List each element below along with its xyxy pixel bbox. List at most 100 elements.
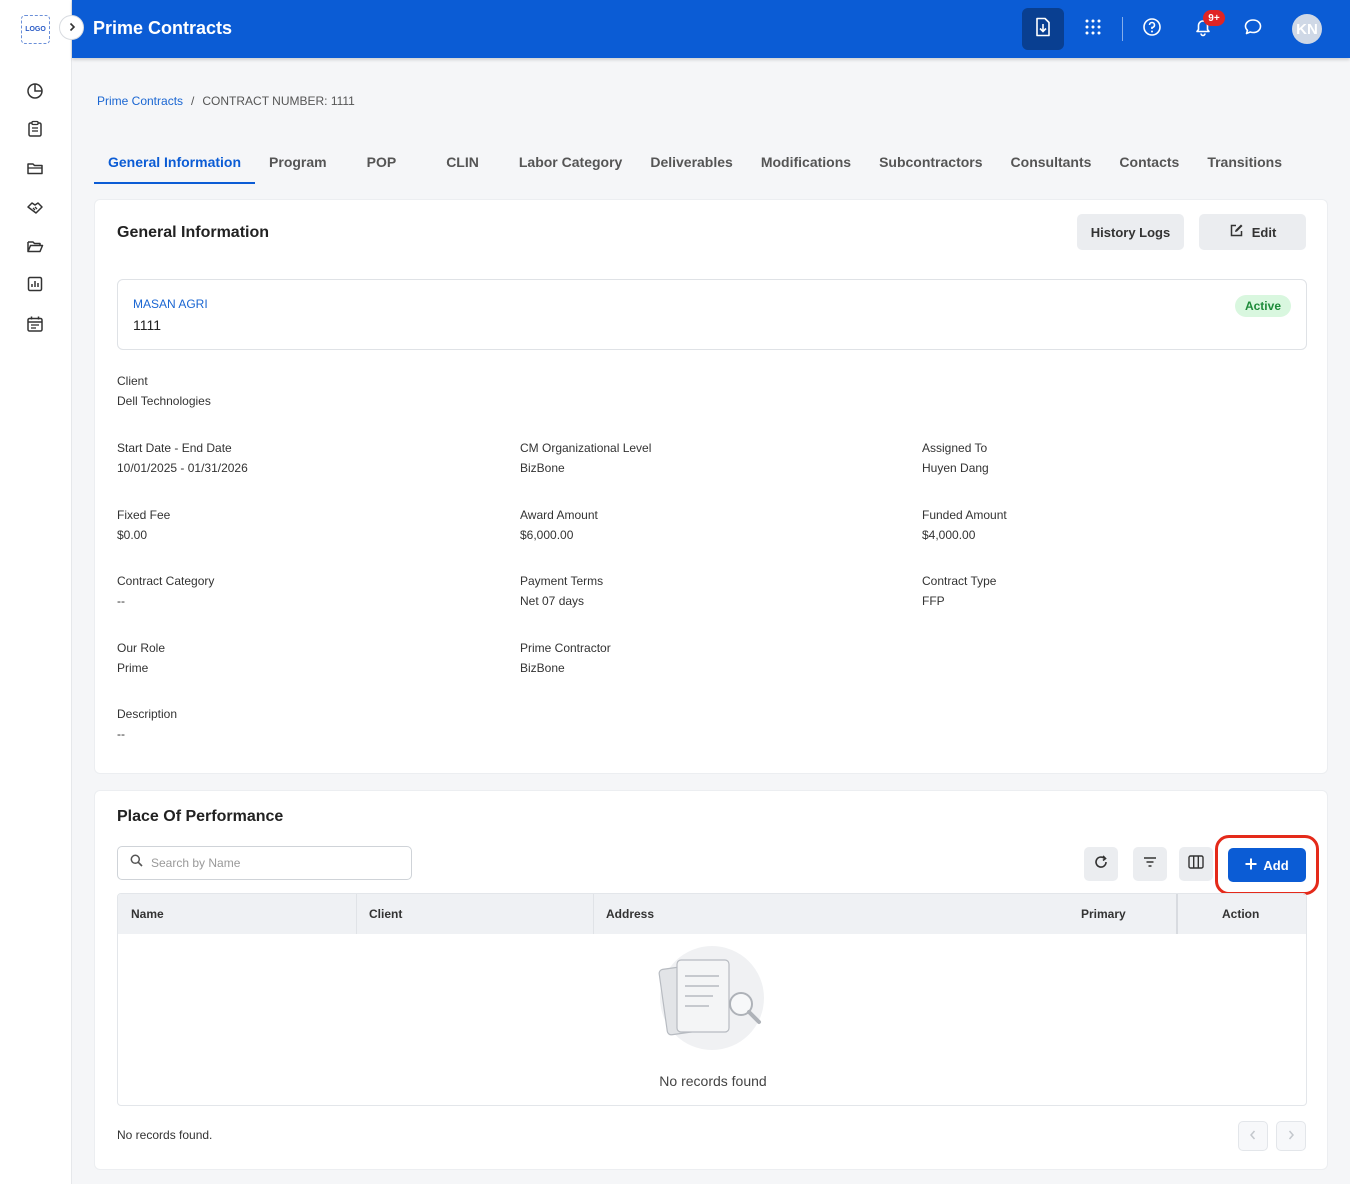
refresh-button[interactable] [1084, 847, 1118, 881]
field-label: Start Date - End Date [117, 441, 232, 455]
breadcrumb-separator: / [191, 94, 195, 108]
field-label: Contract Type [922, 574, 997, 588]
field-client: Client Dell Technologies [117, 374, 497, 408]
prev-page-button[interactable] [1238, 1121, 1268, 1151]
field-dates: Start Date - End Date 10/01/2025 - 01/31… [117, 441, 497, 475]
field-label: Payment Terms [520, 574, 604, 588]
field-fixed-fee: Fixed Fee $0.00 [117, 508, 497, 542]
edit-label: Edit [1251, 224, 1277, 240]
help-button[interactable] [1131, 8, 1173, 50]
plus-icon [1245, 858, 1257, 873]
download-file-icon [1034, 17, 1052, 42]
field-label: Funded Amount [922, 508, 1007, 522]
column-header-name[interactable]: Name [131, 907, 164, 921]
tab-deliverables[interactable]: Deliverables [636, 143, 747, 184]
field-value: $0.00 [117, 528, 148, 542]
field-value: BizBone [520, 461, 565, 475]
column-header-primary[interactable]: Primary [1081, 907, 1126, 921]
handshake-icon[interactable] [24, 196, 46, 218]
field-label: Our Role [117, 641, 166, 655]
pop-table: Name Client Address Primary Action No re [117, 893, 1307, 1106]
column-header-client[interactable]: Client [369, 907, 402, 921]
field-value: $4,000.00 [922, 528, 976, 542]
breadcrumb-current: CONTRACT NUMBER: 1111 [202, 94, 355, 108]
calendar-icon[interactable] [24, 313, 46, 335]
place-of-performance-title: Place Of Performance [117, 808, 284, 825]
field-value: Huyen Dang [922, 461, 989, 475]
field-contract-category: Contract Category -- [117, 574, 497, 608]
pie-chart-icon[interactable] [24, 80, 46, 102]
chat-button[interactable] [1232, 8, 1274, 50]
search-input[interactable] [151, 856, 391, 870]
clipboard-icon[interactable] [24, 118, 46, 140]
search-icon [130, 854, 143, 872]
download-button[interactable] [1022, 8, 1064, 50]
logo: LOGO [21, 15, 50, 44]
field-description: Description -- [117, 707, 497, 741]
column-header-address[interactable]: Address [606, 907, 654, 921]
edit-icon [1229, 223, 1244, 241]
field-award-amount: Award Amount $6,000.00 [520, 508, 900, 542]
filter-button[interactable] [1133, 847, 1167, 881]
chat-bubble-icon [1243, 17, 1263, 42]
field-our-role: Our Role Prime [117, 641, 497, 675]
add-label: Add [1263, 857, 1289, 873]
folder-icon[interactable] [24, 157, 46, 179]
tab-clin[interactable]: CLIN [432, 143, 505, 184]
sidebar-toggle-button[interactable] [59, 15, 84, 40]
tab-consultants[interactable]: Consultants [997, 143, 1106, 184]
search-field [117, 846, 412, 880]
tab-modifications[interactable]: Modifications [747, 143, 865, 184]
field-value: 10/01/2025 - 01/31/2026 [117, 461, 248, 475]
help-circle-icon [1142, 17, 1162, 42]
field-funded-amount: Funded Amount $4,000.00 [922, 508, 1302, 542]
chevron-right-icon [67, 19, 77, 37]
refresh-icon [1094, 854, 1108, 874]
field-assigned-to: Assigned To Huyen Dang [922, 441, 1302, 475]
tab-subcontractors[interactable]: Subcontractors [865, 143, 996, 184]
header-divider [1122, 17, 1123, 41]
tab-pop[interactable]: POP [353, 143, 433, 184]
tab-general-information[interactable]: General Information [94, 143, 256, 184]
field-payment-terms: Payment Terms Net 07 days [520, 574, 900, 608]
history-logs-button[interactable]: History Logs [1077, 214, 1184, 250]
field-contract-type: Contract Type FFP [922, 574, 1302, 608]
tab-transitions[interactable]: Transitions [1193, 143, 1296, 184]
column-divider [1176, 894, 1178, 934]
grid-dots-icon [1085, 19, 1101, 40]
field-cm-level: CM Organizational Level BizBone [520, 441, 900, 475]
bar-chart-icon[interactable] [24, 273, 46, 295]
field-value: Dell Technologies [117, 394, 211, 408]
folder-open-icon[interactable] [24, 235, 46, 257]
sidebar: LOGO [0, 0, 72, 1184]
field-value: -- [117, 594, 125, 608]
columns-icon [1188, 854, 1204, 874]
breadcrumb: Prime Contracts / CONTRACT NUMBER: 1111 [97, 94, 355, 108]
tab-program[interactable]: Program [255, 143, 353, 184]
edit-button[interactable]: Edit [1199, 214, 1306, 250]
next-page-button[interactable] [1276, 1121, 1306, 1151]
tab-labor-category[interactable]: Labor Category [505, 143, 636, 184]
add-button[interactable]: Add [1228, 848, 1306, 882]
place-of-performance-card: Place Of Performance Add Name Client [94, 790, 1328, 1170]
field-value: -- [117, 727, 125, 741]
filter-icon [1143, 855, 1157, 873]
column-header-action: Action [1222, 907, 1260, 921]
field-label: CM Organizational Level [520, 441, 652, 455]
apps-button[interactable] [1072, 8, 1114, 50]
empty-state-illustration [655, 946, 769, 1056]
chevron-right-icon [1287, 1127, 1295, 1145]
top-header: Prime Contracts 9+ KN [72, 0, 1350, 58]
field-prime-contractor: Prime Contractor BizBone [520, 641, 900, 675]
columns-button[interactable] [1179, 847, 1213, 881]
breadcrumb-root-link[interactable]: Prime Contracts [97, 94, 183, 108]
field-label: Assigned To [922, 441, 988, 455]
contract-name: MASAN AGRI [133, 297, 208, 311]
general-information-card: General Information History Logs Edit MA… [94, 199, 1328, 774]
user-avatar[interactable]: KN [1292, 14, 1322, 44]
tab-contacts[interactable]: Contacts [1105, 143, 1193, 184]
notification-badge: 9+ [1203, 10, 1225, 26]
contract-summary: MASAN AGRI 1111 Active [117, 279, 1307, 350]
column-divider [593, 894, 594, 934]
chevron-left-icon [1249, 1127, 1257, 1145]
